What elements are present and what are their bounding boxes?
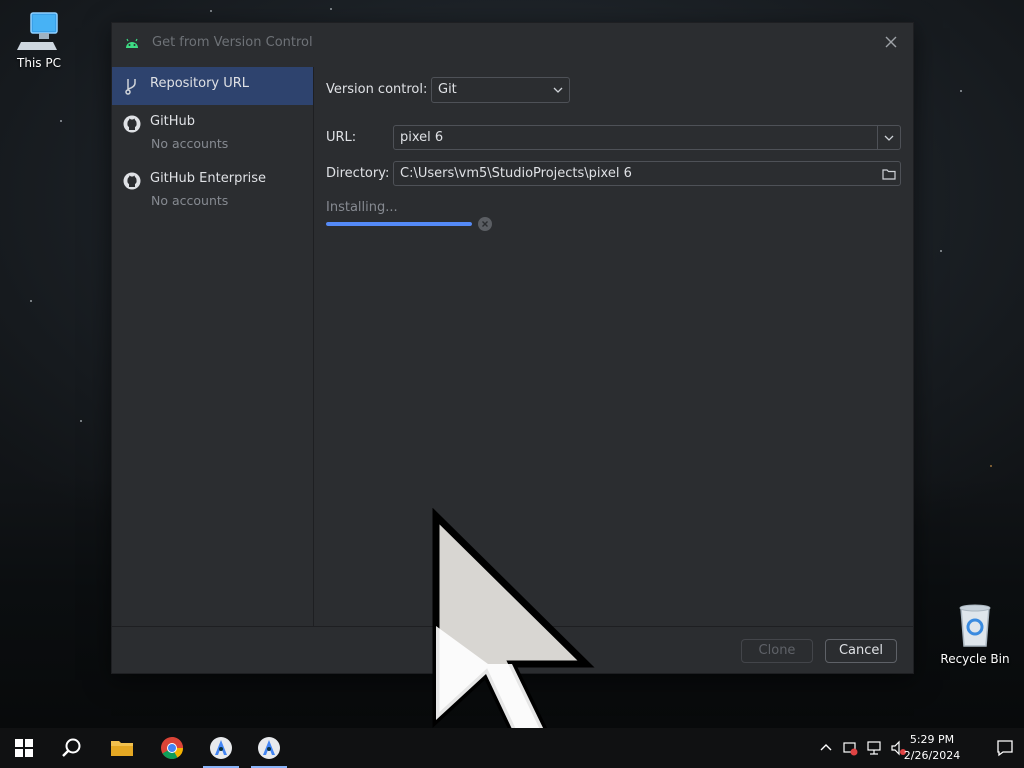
close-icon: [482, 221, 488, 227]
chrome-button[interactable]: [150, 728, 194, 768]
directory-label: Directory:: [326, 166, 390, 181]
folder-icon: [111, 741, 133, 756]
version-control-label: Version control:: [326, 82, 428, 97]
cancel-progress-button[interactable]: [478, 217, 492, 231]
url-label: URL:: [326, 130, 357, 145]
desktop: This PC Recycle Bin Get from Version Con…: [0, 0, 1024, 768]
android-studio-button-1[interactable]: [199, 728, 243, 768]
this-pc-shortcut[interactable]: This PC: [1, 10, 77, 70]
start-button[interactable]: [2, 728, 46, 768]
mouse-pointer-icon: [432, 508, 595, 751]
dialog-titlebar[interactable]: Get from Version Control: [112, 23, 913, 63]
star: [940, 250, 942, 252]
sidebar-item-label: GitHub: [150, 114, 196, 129]
chrome-icon: [161, 737, 183, 759]
taskbar: 5:29 PM 2/26/2024: [0, 728, 1024, 768]
progress-bar-fill: [326, 222, 472, 226]
android-icon: [126, 38, 138, 48]
clone-button[interactable]: Clone: [741, 639, 813, 663]
this-pc-label: This PC: [17, 56, 61, 70]
windows-start-icon: [15, 739, 33, 757]
chevron-up-icon[interactable]: [818, 740, 834, 756]
chevron-down-icon[interactable]: [547, 78, 569, 102]
version-control-select[interactable]: Git: [431, 77, 570, 103]
star: [960, 90, 962, 92]
android-studio-icon: [258, 737, 280, 759]
git-branch-icon: [125, 79, 136, 95]
browse-folder-button[interactable]: [878, 162, 900, 185]
folder-icon: [882, 168, 896, 180]
github-icon: [123, 172, 141, 190]
taskbar-clock[interactable]: 5:29 PM 2/26/2024: [896, 732, 968, 764]
android-studio-button-2[interactable]: [247, 728, 291, 768]
sidebar-item-sublabel: No accounts: [151, 193, 229, 208]
search-icon: [62, 738, 81, 757]
network-icon[interactable]: [866, 740, 882, 756]
system-tray: 5:29 PM 2/26/2024: [804, 728, 1024, 768]
sidebar-item-label: Repository URL: [150, 76, 250, 91]
recycle-bin-shortcut[interactable]: Recycle Bin: [937, 602, 1013, 666]
version-control-value: Git: [438, 82, 457, 97]
recycle-bin-label: Recycle Bin: [940, 652, 1010, 666]
clock-date: 2/26/2024: [903, 749, 961, 762]
status-text: Installing...: [326, 200, 398, 215]
chevron-down-icon: [884, 135, 894, 141]
cancel-button[interactable]: Cancel: [825, 639, 897, 663]
sidebar-item-repository-url[interactable]: Repository URL: [112, 67, 313, 105]
sidebar-item-github[interactable]: GitHub No accounts: [112, 105, 313, 162]
computer-icon: [17, 12, 58, 50]
security-alert-icon[interactable]: [842, 740, 858, 756]
notification-icon[interactable]: [996, 739, 1014, 757]
sidebar-item-sublabel: No accounts: [151, 136, 229, 151]
android-studio-icon: [210, 737, 232, 759]
github-icon: [123, 115, 141, 133]
progress-bar: [326, 222, 472, 226]
star: [80, 420, 82, 422]
star: [60, 120, 62, 122]
recycle-bin-icon: [959, 604, 991, 647]
star: [330, 8, 332, 10]
dialog-title: Get from Version Control: [152, 35, 313, 50]
url-history-dropdown[interactable]: [877, 126, 900, 149]
sidebar-item-label: GitHub Enterprise: [150, 171, 267, 186]
url-input[interactable]: pixel 6: [393, 125, 901, 150]
search-button[interactable]: [50, 728, 94, 768]
close-icon: [885, 36, 897, 48]
url-value: pixel 6: [400, 130, 444, 145]
sidebar-item-github-enterprise[interactable]: GitHub Enterprise No accounts: [112, 162, 313, 219]
directory-input[interactable]: C:\Users\vm5\StudioProjects\pixel 6: [393, 161, 901, 186]
star: [30, 300, 32, 302]
file-explorer-button[interactable]: [100, 728, 144, 768]
star: [210, 10, 212, 12]
clock-time: 5:29 PM: [909, 733, 955, 746]
close-button[interactable]: [879, 31, 903, 55]
star: [990, 465, 992, 467]
vcs-content-panel: Version control: Git URL: pixel 6 Direct…: [314, 67, 913, 627]
directory-value: C:\Users\vm5\StudioProjects\pixel 6: [400, 166, 632, 181]
vcs-sidebar: Repository URL GitHub No accounts GitHub…: [112, 67, 314, 627]
